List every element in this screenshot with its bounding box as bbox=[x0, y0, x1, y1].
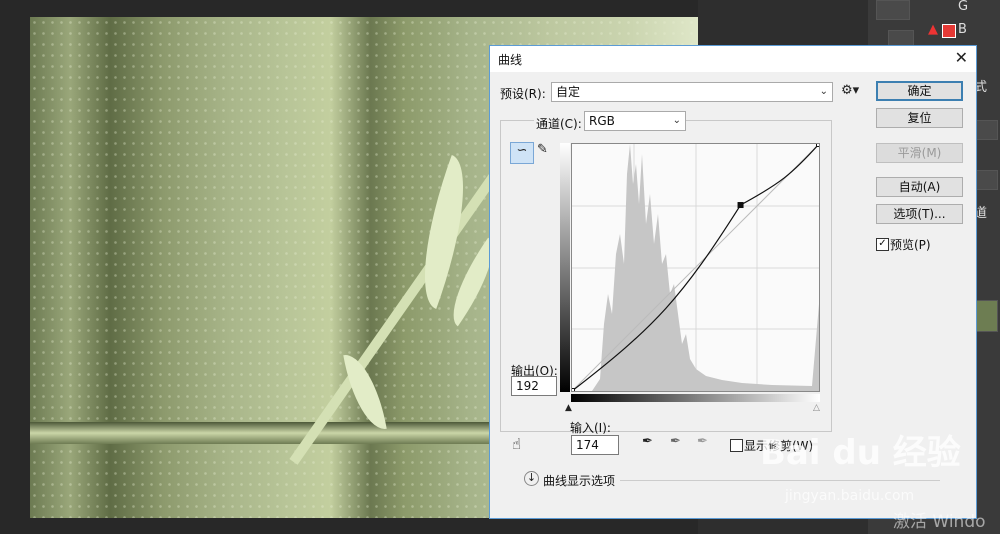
pencil-icon[interactable]: ✎ bbox=[537, 142, 548, 157]
auto-button[interactable]: 自动(A) bbox=[876, 177, 963, 197]
preview-checkbox[interactable]: ✓ bbox=[876, 238, 889, 251]
output-gradient bbox=[560, 143, 570, 392]
layer-thumbnail[interactable] bbox=[974, 300, 998, 332]
curve-options-label[interactable]: 曲线显示选项 bbox=[543, 472, 615, 489]
curve-point[interactable] bbox=[816, 144, 820, 147]
watermark-url: jingyan.baidu.com bbox=[785, 488, 915, 504]
expand-icon[interactable]: ↓ bbox=[524, 471, 539, 486]
preset-value: 自定 bbox=[556, 85, 581, 99]
curve-point[interactable] bbox=[737, 202, 744, 209]
title-bar[interactable] bbox=[490, 46, 976, 72]
preset-select[interactable]: 自定 ⌄ bbox=[551, 82, 833, 102]
curve-point[interactable] bbox=[572, 388, 575, 392]
white-eyedropper-icon[interactable]: ✒ bbox=[697, 434, 708, 449]
watermark-logo: Bai du 经验 bbox=[760, 433, 961, 473]
white-point-slider-icon[interactable]: △ bbox=[813, 403, 820, 413]
black-point-slider-icon[interactable]: ▲ bbox=[565, 403, 572, 413]
channel-select[interactable]: RGB ⌄ bbox=[584, 111, 686, 131]
preset-label: 预设(R): bbox=[500, 87, 546, 101]
black-eyedropper-icon[interactable]: ✒ bbox=[642, 434, 653, 449]
gear-icon[interactable]: ⚙▾ bbox=[841, 83, 859, 98]
close-icon[interactable]: ✕ bbox=[955, 48, 968, 67]
reset-button[interactable]: 复位 bbox=[876, 108, 963, 128]
preview-label: 预览(P) bbox=[890, 238, 931, 252]
show-clipping-checkbox[interactable] bbox=[730, 439, 743, 452]
label-b: B bbox=[958, 22, 967, 37]
input-gradient bbox=[571, 394, 820, 402]
curve-edit-icon[interactable]: ∽ bbox=[510, 142, 534, 164]
ok-button[interactable]: 确定 bbox=[876, 81, 963, 101]
channel-label: 通道(C): bbox=[534, 115, 584, 132]
panel-tool-icon[interactable] bbox=[876, 0, 910, 20]
options-button[interactable]: 选项(T)... bbox=[876, 204, 963, 224]
label-g: G bbox=[958, 0, 969, 14]
output-field[interactable]: 192 bbox=[511, 376, 557, 396]
panel-icon[interactable] bbox=[974, 120, 998, 140]
channel-value: RGB bbox=[589, 114, 615, 128]
warning-icon: ▲ bbox=[928, 22, 938, 37]
panel-icon[interactable] bbox=[974, 170, 998, 190]
color-swatch-red[interactable] bbox=[942, 24, 956, 38]
activate-windows-text: 激活 Windo bbox=[893, 512, 986, 532]
gray-eyedropper-icon[interactable]: ✒ bbox=[670, 434, 681, 449]
divider bbox=[620, 480, 940, 481]
chevron-down-icon: ⌄ bbox=[672, 115, 681, 126]
smooth-button[interactable]: 平滑(M) bbox=[876, 143, 963, 163]
input-field[interactable]: 174 bbox=[571, 435, 619, 455]
dialog-title: 曲线 bbox=[498, 53, 523, 67]
hand-target-icon[interactable]: ☝ bbox=[512, 435, 521, 453]
chevron-down-icon: ⌄ bbox=[819, 86, 828, 97]
curve-graph[interactable] bbox=[571, 143, 820, 392]
input-label: 输入(I): bbox=[570, 421, 611, 435]
curve-svg[interactable] bbox=[572, 144, 819, 391]
